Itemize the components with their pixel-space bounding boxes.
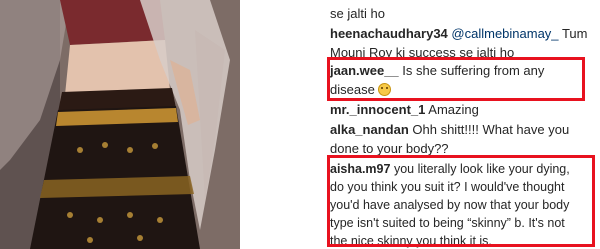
comment-jaan-wee: jaan.wee__ Is she suffering from any dis…: [330, 61, 544, 99]
comment-mention[interactable]: @callmebinamay_: [451, 26, 558, 41]
comment-text-line: you literally look like your dying,: [393, 162, 570, 176]
comment-username[interactable]: mr._innocent_1: [330, 102, 425, 117]
comment-text-line: done to your body??: [330, 141, 449, 156]
comment-text-line: Mouni Roy ki success se jalti ho: [330, 45, 515, 60]
comment-text-line: the nice skinny you think it is.: [330, 234, 492, 248]
comment-text-line: se jalti ho: [330, 6, 385, 21]
comment-text-line: Ohh shitt!!!! What have you: [412, 122, 570, 137]
comment-alka-nandan: alka_nandan Ohh shitt!!!! What have you …: [330, 120, 569, 158]
post-photo: [0, 0, 240, 249]
comment-text-line: Amazing: [428, 102, 479, 117]
comment-aisha-m97: aisha.m97 you literally look like your d…: [330, 160, 570, 249]
photo-illustration: [0, 0, 240, 249]
comment-text-line: Tum: [561, 26, 588, 41]
comment-continuation: se jalti ho: [330, 4, 385, 23]
comment-username[interactable]: aisha.m97: [330, 162, 390, 176]
comment-text-line: disease: [330, 82, 375, 97]
face-with-rolling-eyes-icon: [378, 83, 392, 96]
comment-mr-innocent: mr._innocent_1 Amazing: [330, 100, 479, 119]
comment-text-line: do you think you suit it? I would've tho…: [330, 180, 565, 194]
comment-username[interactable]: jaan.wee__: [330, 63, 399, 78]
comment-username[interactable]: alka_nandan: [330, 122, 409, 137]
comment-username[interactable]: heenachaudhary34: [330, 26, 448, 41]
comment-text-line: type isn't suited to being “skinny” b. I…: [330, 216, 565, 230]
comment-text-line: you'd have analysed by now that your bod…: [330, 198, 570, 212]
comment-heenachaudhary34: heenachaudhary34 @callmebinamay_ Tum Mou…: [330, 24, 587, 62]
comment-text-line: Is she suffering from any: [402, 63, 545, 78]
comments-panel: se jalti ho heenachaudhary34 @callmebina…: [240, 0, 600, 249]
